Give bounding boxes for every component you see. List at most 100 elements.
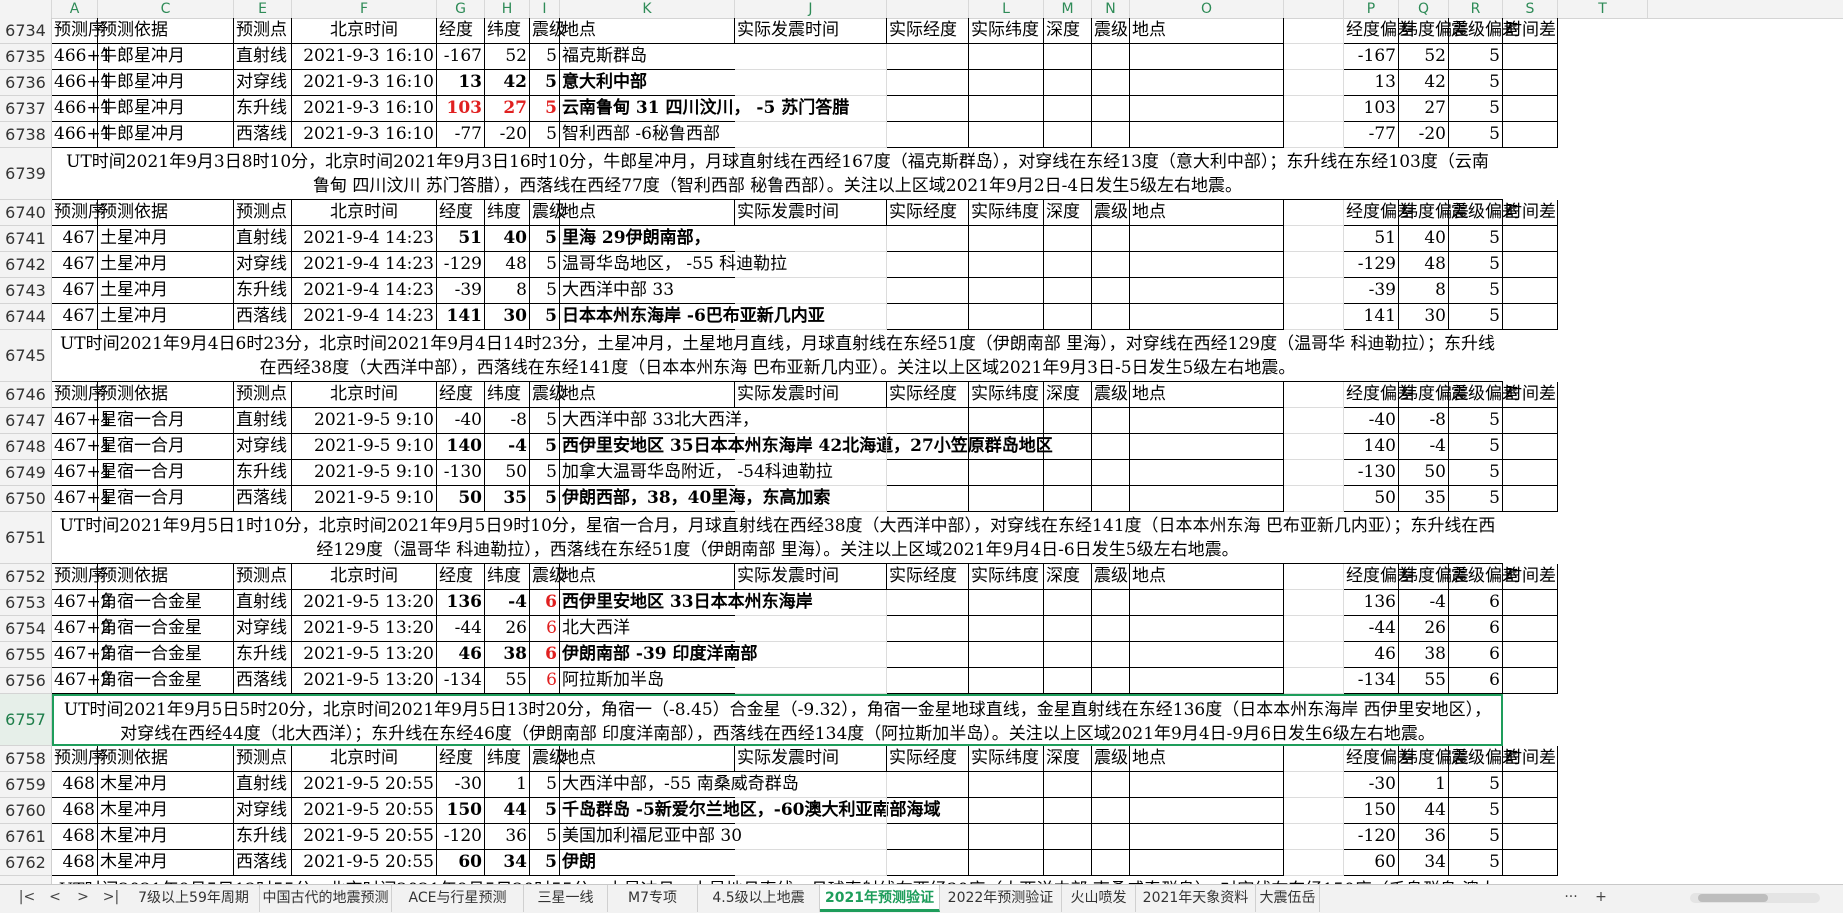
actual-cell[interactable] (887, 668, 969, 694)
header-cell[interactable]: 经度 (437, 18, 485, 44)
last-sheet-icon[interactable]: >| (100, 889, 122, 909)
lat-diff-cell[interactable]: 48 (1399, 252, 1449, 278)
actual-cell[interactable] (1092, 486, 1130, 512)
lat-diff-cell[interactable]: 8 (1399, 278, 1449, 304)
actual-cell[interactable] (1092, 122, 1130, 148)
actual-cell[interactable] (969, 486, 1044, 512)
time-diff-cell[interactable] (1503, 668, 1558, 694)
actual-cell[interactable] (969, 616, 1044, 642)
seq-cell[interactable]: 468 (52, 850, 98, 876)
seq-cell[interactable]: 467 (52, 278, 98, 304)
actual-cell[interactable] (1092, 70, 1130, 96)
header-cell[interactable]: 预测依据 (98, 746, 234, 772)
lon-cell[interactable]: 46 (437, 642, 485, 668)
seq-cell[interactable]: 467 (52, 226, 98, 252)
sheet-tab[interactable]: 2021年天象资料 (1136, 885, 1256, 912)
seq-cell[interactable]: 466+1 (52, 96, 112, 122)
header-cell[interactable]: 深度 (1044, 382, 1092, 408)
lat-cell[interactable]: 38 (485, 642, 530, 668)
select-all-corner[interactable] (0, 0, 52, 18)
header-cell[interactable]: 经度偏差 (1344, 200, 1414, 226)
basis-cell[interactable]: 角宿一合金星 (98, 616, 234, 642)
lat-diff-cell[interactable]: 27 (1399, 96, 1449, 122)
mag-cell[interactable]: 5 (530, 798, 560, 824)
actual-cell[interactable] (1130, 252, 1284, 278)
actual-cell[interactable] (1130, 616, 1284, 642)
point-cell[interactable]: 西落线 (234, 850, 292, 876)
point-cell[interactable]: 对穿线 (234, 616, 292, 642)
seq-cell[interactable]: 467 (52, 252, 98, 278)
header-cell[interactable]: 预测依据 (98, 18, 234, 44)
header-cell[interactable]: 经度偏差 (1344, 18, 1414, 44)
seq-cell[interactable]: 467+2 (52, 642, 112, 668)
actual-cell[interactable] (887, 590, 969, 616)
point-cell[interactable]: 直射线 (234, 44, 292, 70)
lat-diff-cell[interactable]: 36 (1399, 824, 1449, 850)
lon-diff-cell[interactable]: -30 (1344, 772, 1399, 798)
actual-cell[interactable] (887, 96, 969, 122)
column-header[interactable]: M (1044, 0, 1092, 18)
actual-cell[interactable] (1092, 408, 1130, 434)
actual-cell[interactable] (1092, 850, 1130, 876)
header-cell[interactable]: 地点 (560, 564, 735, 590)
time-cell[interactable]: 2021-9-5 13:20 (292, 616, 437, 642)
header-cell[interactable]: 纬度偏差 (1399, 18, 1469, 44)
row-number[interactable]: 6742 (0, 252, 52, 278)
actual-cell[interactable] (1092, 278, 1130, 304)
actual-time-cell[interactable] (735, 486, 887, 512)
lat-cell[interactable]: 8 (485, 278, 530, 304)
place-cell[interactable]: 云南鲁甸 31 四川汶川， -5 苏门答腊 (560, 96, 849, 122)
seq-cell[interactable]: 467+1 (52, 486, 112, 512)
time-diff-cell[interactable] (1503, 824, 1558, 850)
lon-cell[interactable]: 103 (437, 96, 485, 122)
time-cell[interactable]: 2021-9-5 13:20 (292, 668, 437, 694)
time-diff-cell[interactable] (1503, 304, 1558, 330)
header-cell[interactable]: 实际经度 (887, 382, 969, 408)
actual-cell[interactable] (1092, 460, 1130, 486)
header-cell[interactable]: 震级偏差 (1449, 18, 1519, 44)
header-cell[interactable]: 地点 (1130, 564, 1284, 590)
basis-cell[interactable]: 土星冲月 (98, 304, 234, 330)
point-cell[interactable]: 东升线 (234, 460, 292, 486)
empty-cell[interactable] (1284, 96, 1344, 122)
actual-time-cell[interactable] (735, 824, 887, 850)
point-cell[interactable]: 西落线 (234, 668, 292, 694)
actual-cell[interactable] (1092, 642, 1130, 668)
basis-cell[interactable]: 星宿一合月 (98, 408, 234, 434)
header-cell[interactable]: 震级 (1092, 18, 1130, 44)
actual-cell[interactable] (1130, 408, 1284, 434)
mag-diff-cell[interactable]: 5 (1449, 408, 1503, 434)
header-cell[interactable]: 时间差 (1503, 382, 1558, 408)
actual-cell[interactable] (1130, 824, 1284, 850)
actual-time-cell[interactable] (735, 642, 887, 668)
mag-diff-cell[interactable]: 5 (1449, 772, 1503, 798)
actual-cell[interactable] (969, 44, 1044, 70)
time-diff-cell[interactable] (1503, 590, 1558, 616)
header-cell[interactable]: 时间差 (1503, 746, 1558, 772)
spreadsheet-grid[interactable]: 6734 预测序 预测依据 预测点 北京时间 经度 纬度 震级 地点 实际发震时间 实际经度 实际纬度… (0, 18, 1843, 884)
header-cell[interactable]: 时间差 (1503, 200, 1558, 226)
basis-cell[interactable]: 角宿一合金星 (98, 642, 234, 668)
header-cell[interactable]: 经度 (437, 382, 485, 408)
basis-cell[interactable]: 牛郎星冲月 (98, 96, 234, 122)
seq-cell[interactable]: 468 (52, 772, 98, 798)
header-cell[interactable]: 预测点 (234, 746, 292, 772)
lon-diff-cell[interactable]: -39 (1344, 278, 1399, 304)
header-cell[interactable]: 震级 (530, 746, 566, 772)
lat-cell[interactable]: 36 (485, 824, 530, 850)
lon-cell[interactable]: -77 (437, 122, 485, 148)
mag-cell[interactable]: 5 (530, 460, 560, 486)
column-header[interactable]: Q (1399, 0, 1449, 18)
actual-cell[interactable] (1130, 434, 1284, 460)
actual-cell[interactable] (1130, 70, 1284, 96)
row-number[interactable]: 6746 (0, 382, 52, 408)
mag-cell[interactable]: 5 (530, 44, 560, 70)
point-cell[interactable]: 对穿线 (234, 252, 292, 278)
header-cell[interactable]: 震级 (530, 564, 566, 590)
actual-time-cell[interactable] (735, 96, 887, 122)
time-diff-cell[interactable] (1503, 122, 1558, 148)
row-number[interactable]: 6748 (0, 434, 52, 460)
summary-note-cell[interactable]: UT时间2021年9月3日8时10分，北京时间2021年9月3日16时10分，牛… (52, 148, 1503, 200)
place-cell[interactable]: 北大西洋 (560, 616, 735, 642)
time-diff-cell[interactable] (1503, 44, 1558, 70)
